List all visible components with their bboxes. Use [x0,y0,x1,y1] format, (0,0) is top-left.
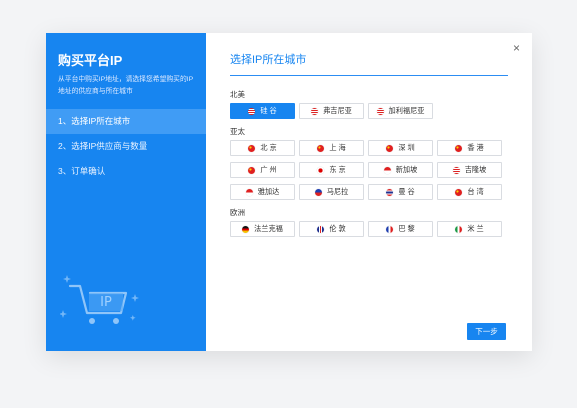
ph-flag-icon [314,188,322,196]
cn-flag-icon [248,166,256,174]
city-chip-beijing[interactable]: 北 京 [230,140,295,156]
it-flag-icon [455,225,463,233]
step-list: 1、选择IP所在城市 2、选择IP供应商与数量 3、订单确认 [46,109,206,184]
sg-flag-icon [383,166,391,174]
main-content: × 选择IP所在城市 北美 硅 谷 弗吉尼亚 加利福尼亚 亚太 北 京 上 海 … [206,33,532,351]
next-step-button[interactable]: 下一步 [467,323,506,340]
left-panel: 购买平台IP 从平台中购买IP地址，请选择您希望购买的IP地址的供应商与所在城市… [46,33,206,351]
panel-description: 从平台中购买IP地址，请选择您希望购买的IP地址的供应商与所在城市 [58,76,194,95]
city-row: 雅加达 马尼拉 曼 谷 台 湾 [230,184,502,200]
my-flag-icon [452,166,460,174]
sparkle-icon [131,294,139,302]
title-divider [230,75,508,76]
city-label: 新加坡 [395,165,418,174]
jp-flag-icon [317,166,325,174]
city-chip-milan[interactable]: 米 兰 [437,221,502,237]
us-flag-icon [311,107,319,115]
city-row: 法兰克福 伦 敦 巴 黎 米 兰 [230,221,502,237]
cn-flag-icon [455,188,463,196]
cn-flag-icon [455,144,463,152]
step-item-order-confirm[interactable]: 3、订单确认 [46,159,206,184]
city-label: 深 圳 [398,143,415,152]
city-chip-silicon-valley[interactable]: 硅 谷 [230,103,295,119]
fr-flag-icon [386,225,394,233]
city-chip-singapore[interactable]: 新加坡 [368,162,433,178]
cn-flag-icon [386,144,394,152]
city-label: 法兰克福 [254,224,283,233]
city-chip-taiwan[interactable]: 台 湾 [437,184,502,200]
city-label: 香 港 [467,143,484,152]
city-label: 米 兰 [467,224,484,233]
city-label: 北 京 [260,143,277,152]
sparkle-icon [130,315,136,321]
city-label: 吉隆坡 [464,165,487,174]
city-chip-tokyo[interactable]: 东 京 [299,162,364,178]
city-chip-london[interactable]: 伦 敦 [299,221,364,237]
city-label: 雅加达 [257,187,280,196]
page-title: 选择IP所在城市 [230,54,307,66]
panel-title: 购买平台IP [58,53,123,68]
city-label: 曼 谷 [398,187,415,196]
region-label-north-america: 北美 [230,90,245,99]
purchase-ip-dialog: 购买平台IP 从平台中购买IP地址，请选择您希望购买的IP地址的供应商与所在城市… [46,33,532,351]
city-label: 硅 谷 [260,106,277,115]
th-flag-icon [386,188,394,196]
city-label: 广 州 [260,165,277,174]
city-row: 硅 谷 弗吉尼亚 加利福尼亚 [230,103,433,119]
city-label: 台 湾 [467,187,484,196]
city-chip-jakarta[interactable]: 雅加达 [230,184,295,200]
city-label: 巴 黎 [398,224,415,233]
region-label-asia-pacific: 亚太 [230,127,245,136]
id-flag-icon [245,188,253,196]
city-row: 北 京 上 海 深 圳 香 港 [230,140,502,156]
city-label: 上 海 [329,143,346,152]
city-chip-shenzhen[interactable]: 深 圳 [368,140,433,156]
region-label-europe: 欧洲 [230,208,245,217]
city-label: 弗吉尼亚 [323,106,352,115]
gb-flag-icon [317,225,325,233]
us-flag-icon [376,107,384,115]
illustration-ip-text: IP [100,295,112,310]
sparkle-icon [60,310,67,318]
city-chip-virginia[interactable]: 弗吉尼亚 [299,103,364,119]
city-chip-kuala-lumpur[interactable]: 吉隆坡 [437,162,502,178]
city-chip-manila[interactable]: 马尼拉 [299,184,364,200]
city-label: 马尼拉 [326,187,349,196]
step-item-select-city[interactable]: 1、选择IP所在城市 [46,109,206,134]
cn-flag-icon [317,144,325,152]
city-chip-guangzhou[interactable]: 广 州 [230,162,295,178]
cn-flag-icon [248,144,256,152]
city-chip-california[interactable]: 加利福尼亚 [368,103,433,119]
us-flag-icon [248,107,256,115]
city-label: 伦 敦 [329,224,346,233]
city-chip-bangkok[interactable]: 曼 谷 [368,184,433,200]
close-icon[interactable]: × [513,41,520,55]
city-chip-paris[interactable]: 巴 黎 [368,221,433,237]
step-item-select-provider[interactable]: 2、选择IP供应商与数量 [46,134,206,159]
shopping-cart-illustration: IP [60,275,139,324]
sparkle-icon [63,275,71,283]
city-chip-shanghai[interactable]: 上 海 [299,140,364,156]
city-row: 广 州 东 京 新加坡 吉隆坡 [230,162,502,178]
city-chip-frankfurt[interactable]: 法兰克福 [230,221,295,237]
de-flag-icon [242,225,250,233]
city-chip-hong-kong[interactable]: 香 港 [437,140,502,156]
city-label: 加利福尼亚 [388,106,425,115]
city-label: 东 京 [329,165,346,174]
